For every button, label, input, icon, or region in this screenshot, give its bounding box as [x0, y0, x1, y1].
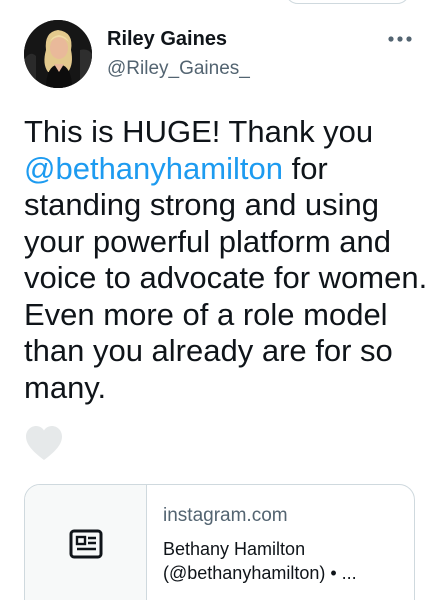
author-name[interactable]: Riley Gaines — [107, 28, 227, 51]
more-dots-icon — [388, 36, 412, 42]
mention-link[interactable]: @bethanyhamilton — [24, 151, 283, 186]
author-handle[interactable]: @Riley_Gaines_ — [107, 58, 250, 80]
tweet-text-start: This is HUGE! Thank you — [24, 114, 374, 149]
card-title-line: (@bethanyhamilton) • ... — [163, 563, 357, 583]
card-thumbnail — [25, 485, 147, 600]
article-icon — [69, 529, 102, 559]
avatar[interactable] — [24, 20, 92, 88]
avatar-photo — [24, 20, 92, 88]
card-body: instagram.com Bethany Hamilton (@bethany… — [163, 505, 404, 585]
more-options-button[interactable] — [380, 26, 420, 52]
tweet-text-end: for standing strong and using your power… — [24, 150, 428, 405]
card-title-line: Bethany Hamilton — [163, 539, 306, 559]
link-preview-card[interactable]: instagram.com Bethany Hamilton (@bethany… — [24, 484, 415, 600]
tweet-text: This is HUGE! Thank you @bethanyhamilton… — [24, 114, 429, 406]
heart-icon — [26, 426, 62, 460]
card-domain: instagram.com — [163, 505, 288, 526]
top-stub-button[interactable] — [285, 0, 410, 4]
card-title: Bethany Hamilton (@bethanyhamilton) • ..… — [163, 537, 404, 585]
like-button[interactable] — [24, 424, 64, 464]
